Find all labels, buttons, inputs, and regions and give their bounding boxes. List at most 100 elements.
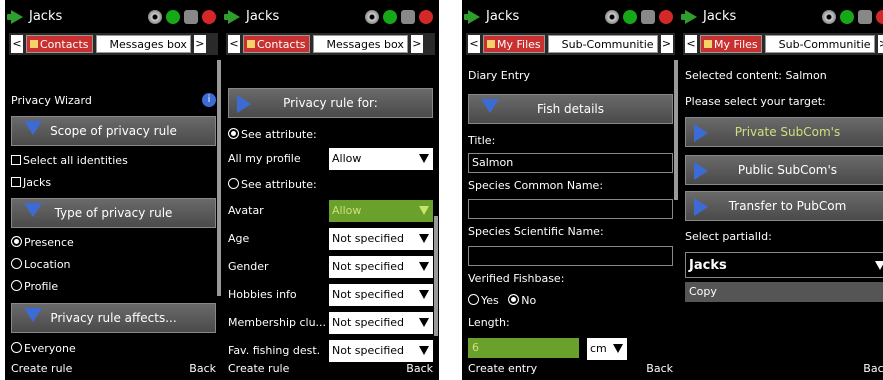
close-icon[interactable]: [876, 10, 883, 24]
all-profile-select[interactable]: Allow: [329, 148, 433, 170]
length-input[interactable]: 6: [468, 338, 579, 358]
back-softkey[interactable]: Back: [406, 358, 433, 380]
check-icon[interactable]: [623, 10, 637, 24]
tab-messages[interactable]: Messages box: [95, 35, 191, 53]
create-rule-softkey[interactable]: Create rule: [11, 358, 72, 380]
identity-checkbox[interactable]: Jacks: [11, 172, 216, 194]
info-icon[interactable]: i: [202, 93, 216, 107]
radio-location[interactable]: Location: [11, 254, 216, 276]
transfer-icon[interactable]: [641, 10, 655, 24]
radio-everyone[interactable]: Everyone: [11, 338, 216, 360]
screen-diary-entry: Jacks < My Files Sub-Communitie > Diary …: [462, 0, 679, 380]
tab-next-arrow[interactable]: >: [193, 35, 206, 53]
attr-label-hobbies: Hobbies info: [228, 288, 297, 301]
check-icon[interactable]: [166, 10, 180, 24]
radio-see-attribute-2[interactable]: See attribute:: [228, 174, 433, 196]
radio-profile[interactable]: Profile: [11, 276, 216, 298]
fish-details-button[interactable]: Fish details: [468, 94, 673, 124]
tab-prev-arrow[interactable]: <: [468, 35, 480, 53]
back-softkey[interactable]: Back: [646, 358, 673, 380]
common-name-label: Species Common Name:: [468, 179, 604, 192]
arrow-right-icon: [694, 198, 708, 216]
partial-id-select[interactable]: Jacks: [685, 252, 883, 278]
radio-no[interactable]: No: [508, 294, 536, 307]
create-rule-softkey[interactable]: Create rule: [228, 358, 289, 380]
files-icon: [487, 40, 495, 48]
tab-bar: < Contacts Messages box >: [226, 33, 435, 55]
attr-select-age[interactable]: Not specified: [329, 228, 433, 250]
app-title: Jacks: [486, 9, 520, 24]
page-title: Privacy Wizard: [11, 94, 92, 107]
affects-button[interactable]: Privacy rule affects...: [11, 303, 216, 333]
back-softkey[interactable]: Back: [189, 358, 216, 380]
create-entry-softkey[interactable]: Create entry: [468, 358, 537, 380]
attr-select-hobbies[interactable]: Not specified: [329, 284, 433, 306]
check-icon[interactable]: [383, 10, 397, 24]
contact-icon: [247, 40, 255, 48]
title-label: Title:: [468, 134, 496, 147]
screen-privacy-rule: Jacks < Contacts Messages box > Privacy …: [222, 0, 439, 380]
app-logo-icon: [681, 10, 697, 24]
close-icon[interactable]: [419, 10, 433, 24]
tab-next-arrow[interactable]: >: [660, 35, 673, 53]
scrollbar[interactable]: [674, 60, 678, 200]
type-button[interactable]: Type of privacy rule: [11, 198, 216, 228]
app-title: Jacks: [29, 9, 63, 24]
radio-see-attribute-1[interactable]: See attribute:: [228, 124, 433, 146]
gear-icon[interactable]: [148, 10, 162, 24]
scientific-name-input[interactable]: [468, 246, 673, 266]
attr-select-gender[interactable]: Not specified: [329, 256, 433, 278]
unit-select[interactable]: cm: [587, 338, 627, 360]
transfer-pubcom-button[interactable]: Transfer to PubCom: [685, 191, 883, 221]
softkey-bar: Create entry Back: [462, 358, 679, 380]
radio-presence[interactable]: Presence: [11, 232, 216, 254]
app-logo-icon: [464, 10, 480, 24]
tab-next-arrow[interactable]: >: [877, 35, 883, 53]
tab-prev-arrow[interactable]: <: [685, 35, 697, 53]
back-softkey[interactable]: Back: [863, 358, 883, 380]
selected-content-label: Selected content: Salmon: [685, 69, 827, 82]
screen-privacy-wizard: Jacks < Contacts Messages box > Privacy …: [5, 0, 222, 380]
status-bar: Jacks: [222, 4, 439, 30]
tab-prev-arrow[interactable]: <: [11, 35, 23, 53]
tab-my-files[interactable]: My Files: [483, 35, 545, 53]
tab-next-arrow[interactable]: >: [410, 35, 423, 53]
title-input[interactable]: Salmon: [468, 153, 673, 173]
tab-sub-communities[interactable]: Sub-Communitie: [547, 35, 658, 53]
scrollbar[interactable]: [434, 216, 438, 336]
arrow-down-icon: [481, 99, 499, 113]
scope-button[interactable]: Scope of privacy rule: [11, 116, 216, 146]
gear-icon[interactable]: [365, 10, 379, 24]
select-all-checkbox[interactable]: Select all identities: [11, 150, 216, 172]
status-bar: Jacks: [679, 4, 883, 30]
gear-icon[interactable]: [605, 10, 619, 24]
tab-contacts[interactable]: Contacts: [243, 35, 310, 53]
check-icon[interactable]: [840, 10, 854, 24]
tab-my-files[interactable]: My Files: [700, 35, 762, 53]
gear-icon[interactable]: [822, 10, 836, 24]
copy-option[interactable]: Copy: [685, 282, 883, 302]
tab-prev-arrow[interactable]: <: [228, 35, 240, 53]
community-icon: [768, 40, 777, 48]
files-icon: [704, 40, 712, 48]
tab-contacts[interactable]: Contacts: [26, 35, 93, 53]
attr-select-membership[interactable]: Not specified: [329, 312, 433, 334]
transfer-icon[interactable]: [401, 10, 415, 24]
attr-label-membership: Membership clu...: [228, 316, 327, 329]
transfer-icon[interactable]: [858, 10, 872, 24]
tab-messages[interactable]: Messages box: [312, 35, 408, 53]
attr-select-avatar[interactable]: Allow: [329, 200, 433, 222]
scrollbar[interactable]: [217, 60, 221, 296]
private-subcom-button[interactable]: Private SubCom's: [685, 117, 883, 147]
privacy-rule-for-button[interactable]: Privacy rule for:: [228, 88, 433, 118]
close-icon[interactable]: [659, 10, 673, 24]
tab-sub-communities[interactable]: Sub-Communitie: [764, 35, 875, 53]
message-icon: [99, 40, 108, 48]
transfer-icon[interactable]: [184, 10, 198, 24]
app-title: Jacks: [703, 9, 737, 24]
public-subcom-button[interactable]: Public SubCom's: [685, 155, 883, 185]
common-name-input[interactable]: [468, 199, 673, 219]
radio-yes[interactable]: Yes: [468, 294, 499, 307]
close-icon[interactable]: [202, 10, 216, 24]
arrow-down-icon: [24, 203, 42, 217]
